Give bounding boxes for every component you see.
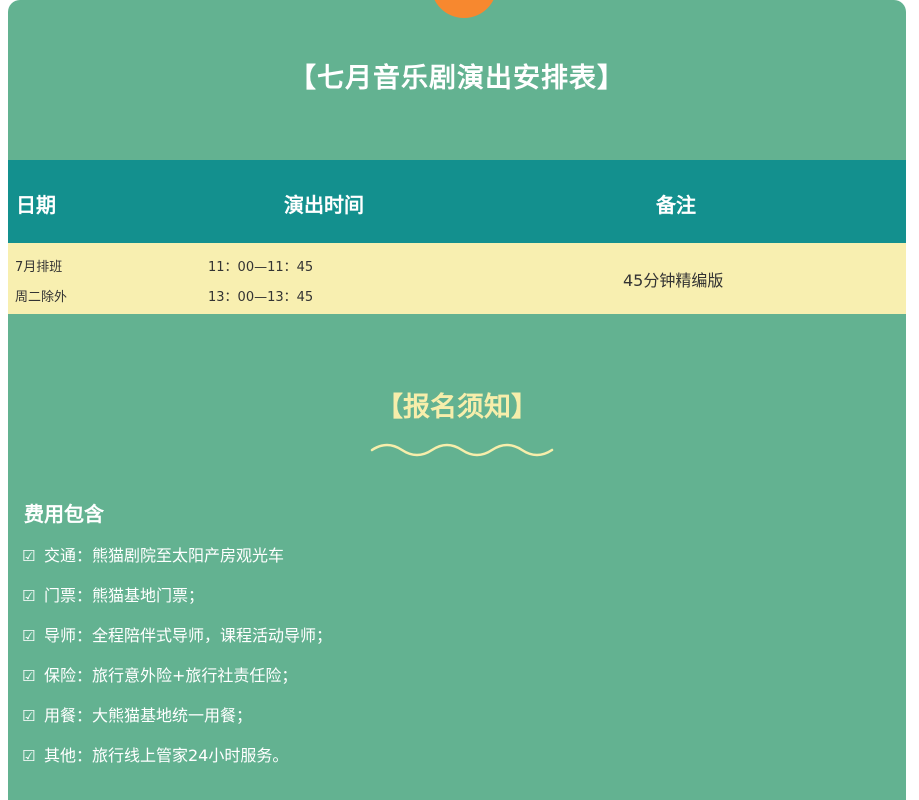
list-item: ☑ 保险：旅行意外险+旅行社责任险； [22,663,332,703]
fees-heading: 费用包含 [24,502,104,526]
poster-card: 【七月音乐剧演出安排表】 日期 演出时间 备注 7月排班 周二除外 11：00—… [8,0,906,800]
column-header-time: 演出时间 [284,193,364,217]
row-time-slot: 11：00—11：45 [208,260,314,275]
checkbox-icon: ☑ [22,587,36,605]
list-item: ☑ 门票：熊猫基地门票； [22,583,332,623]
fee-item-text: 保险：旅行意外险+旅行社责任险； [44,666,298,685]
fee-item-text: 门票：熊猫基地门票； [44,586,205,605]
fee-item-text: 交通：熊猫剧院至太阳产房观光车 [44,546,285,565]
checkbox-icon: ☑ [22,627,36,645]
table-row: 7月排班 周二除外 11：00—11：45 13：00—13：45 45分钟精编… [8,243,906,314]
column-header-note: 备注 [656,193,696,217]
page-title: 【七月音乐剧演出安排表】 [289,63,625,94]
fee-list: ☑ 交通：熊猫剧院至太阳产房观光车 ☑ 门票：熊猫基地门票； ☑ 导师：全程陪伴式导师… [22,543,332,783]
wave-divider-icon [370,443,554,457]
checkbox-icon: ☑ [22,667,36,685]
list-item: ☑ 导师：全程陪伴式导师，课程活动导师； [22,623,332,663]
checkbox-icon: ☑ [22,547,36,565]
row-time-slot: 13：00—13：45 [208,290,314,305]
checkbox-icon: ☑ [22,707,36,725]
list-item: ☑ 其他：旅行线上管家24小时服务。 [22,743,332,783]
list-item: ☑ 交通：熊猫剧院至太阳产房观光车 [22,543,332,583]
checkbox-icon: ☑ [22,747,36,765]
accent-dot [431,0,497,18]
row-note: 45分钟精编版 [623,271,724,290]
signup-notice-title: 【报名须知】 [376,392,538,423]
fee-item-text: 其他：旅行线上管家24小时服务。 [44,746,289,765]
row-date-line: 7月排班 [15,260,63,275]
list-item: ☑ 用餐：大熊猫基地统一用餐； [22,703,332,743]
column-header-date: 日期 [16,193,56,217]
row-date-line: 周二除外 [15,290,68,305]
schedule-table-header: 日期 演出时间 备注 [8,160,906,243]
fee-item-text: 用餐：大熊猫基地统一用餐； [44,706,253,725]
fee-item-text: 导师：全程陪伴式导师，课程活动导师； [44,626,333,645]
